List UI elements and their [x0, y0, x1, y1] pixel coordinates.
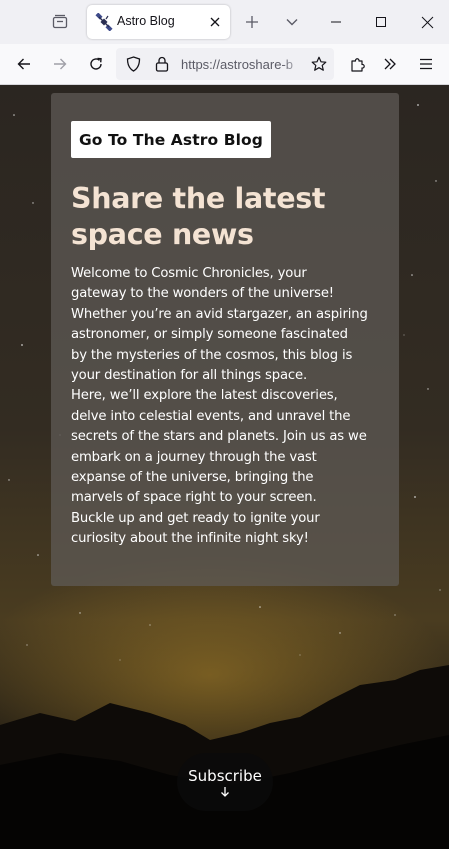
reload-button[interactable] [82, 50, 110, 78]
paragraph-line: your destination for all things space. [71, 368, 308, 384]
arrow-left-icon [17, 58, 30, 70]
maximize-button[interactable] [367, 8, 395, 36]
arrow-right-icon [54, 58, 67, 70]
navigation-toolbar: https://astroshare-b [0, 44, 449, 85]
star-icon [311, 56, 327, 71]
site-info-button[interactable] [151, 54, 173, 74]
go-to-blog-button[interactable]: Go To The Astro Blog [71, 121, 271, 158]
paragraph-line: embark on a journey through the vast [71, 449, 317, 465]
paragraph-line: delve into celestial events, and unravel… [71, 408, 351, 424]
shield-icon [126, 56, 140, 72]
intro-card: Go To The Astro Blog Share the latest sp… [51, 93, 399, 586]
minimize-icon [331, 21, 341, 23]
arrow-down-icon [221, 787, 229, 797]
tab-astro-blog[interactable]: Astro Blog [87, 5, 230, 39]
reload-icon [90, 57, 102, 70]
lock-icon [155, 56, 169, 72]
window-close-button[interactable] [413, 8, 441, 36]
paragraph-line: astronomer, or simply someone fascinated [71, 327, 348, 343]
chevron-down-icon [286, 19, 298, 26]
plus-icon [246, 16, 258, 28]
tab-close-button[interactable] [206, 13, 224, 31]
paragraph-line: Welcome to Cosmic Chronicles, your [71, 266, 307, 281]
page-headline: Share the latest space news [71, 181, 391, 253]
paragraph-line: marvels of space right to your screen. [71, 490, 317, 506]
paragraph-line: by the mysteries of the cosmos, this blo… [71, 347, 353, 363]
headline-line: space news [71, 218, 254, 251]
paragraph-line: gateway to the wonders of the universe! [71, 286, 334, 302]
tab-title: Astro Blog [117, 14, 175, 28]
tracking-protection-button[interactable] [122, 54, 144, 74]
satellite-icon [95, 13, 113, 31]
paragraph-line: curiosity about the infinite night sky! [71, 531, 309, 547]
maximize-icon [376, 17, 386, 27]
double-chevron-right-icon [384, 58, 396, 70]
headline-line: Share the latest [71, 182, 326, 215]
firefox-view-button[interactable] [44, 8, 76, 36]
minimize-button[interactable] [322, 8, 350, 36]
forward-button[interactable] [46, 50, 74, 78]
paragraph-line: Buckle up and get ready to ignite your [71, 510, 320, 526]
url-bar[interactable]: https://astroshare-b [116, 48, 334, 80]
subscribe-label: Subscribe [188, 767, 262, 785]
extensions-button[interactable] [344, 50, 372, 78]
paragraph-line: Here, we’ll explore the latest discoveri… [71, 388, 338, 404]
back-button[interactable] [10, 50, 38, 78]
app-menu-button[interactable] [412, 50, 440, 78]
intro-paragraph: Welcome to Cosmic Chronicles, your gatew… [71, 264, 389, 550]
url-fade [282, 52, 304, 76]
more-tools-button[interactable] [376, 50, 404, 78]
paragraph-line: expanse of the universe, bringing the [71, 470, 314, 486]
paragraph-line: secrets of the stars and planets. Join u… [71, 429, 367, 445]
bookmark-button[interactable] [308, 54, 330, 74]
new-tab-button[interactable] [239, 8, 265, 36]
hamburger-menu-icon [420, 58, 432, 70]
firefox-view-icon [52, 14, 68, 29]
subscribe-button[interactable]: Subscribe [177, 753, 273, 811]
puzzle-piece-icon [351, 58, 365, 72]
close-icon [210, 17, 220, 27]
list-all-tabs-button[interactable] [279, 8, 305, 36]
page-viewport: Go To The Astro Blog Share the latest sp… [0, 85, 449, 849]
tab-strip: Astro Blog [0, 0, 449, 44]
paragraph-line: Whether you’re an avid stargazer, an asp… [71, 306, 368, 322]
close-icon [421, 16, 433, 28]
